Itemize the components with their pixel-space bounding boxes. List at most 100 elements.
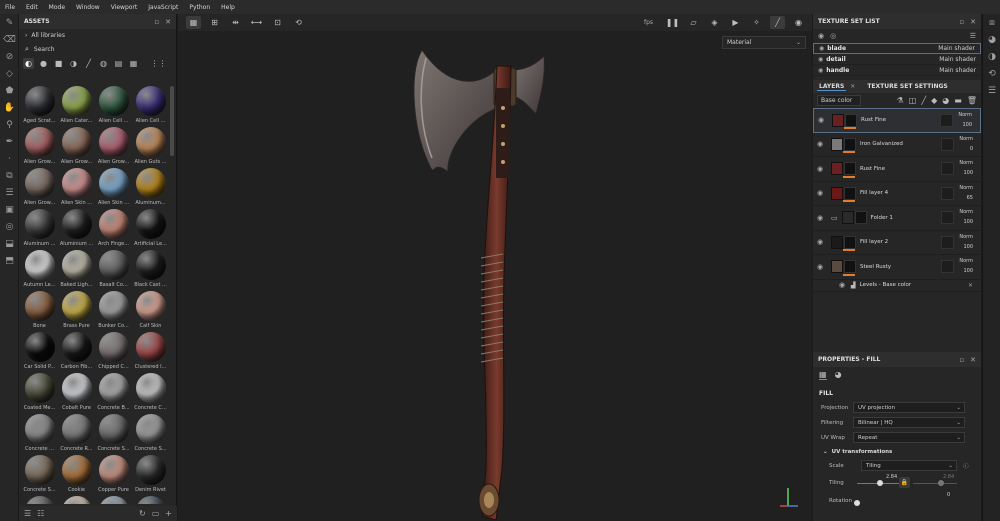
asset-tile[interactable] — [59, 496, 94, 504]
filtering-select[interactable]: Bilinear | HQ ⌄ — [853, 417, 965, 428]
asset-tile[interactable] — [22, 496, 57, 504]
asset-tile[interactable]: Black Cast ... — [133, 250, 168, 291]
blend-mode[interactable]: Norm — [959, 160, 973, 166]
material-mode-select[interactable]: Material ⌄ — [722, 36, 806, 49]
asset-tile[interactable]: Alien Cater... — [59, 86, 94, 127]
export-icon[interactable]: ⬒ — [0, 252, 19, 269]
align-icon[interactable]: ⟷ — [249, 16, 264, 29]
asset-tile[interactable]: Concrete S... — [96, 414, 131, 455]
bake-icon[interactable]: ⬓ — [0, 235, 19, 252]
grid-view-icon[interactable]: ⋮⋮ — [151, 58, 167, 69]
new-folder-icon[interactable]: ▭ — [152, 509, 160, 518]
layer-row[interactable]: ◉ Rust Fine Norm 100 — [813, 108, 981, 133]
asset-tile[interactable]: Denim Rivet — [133, 455, 168, 496]
asset-tile[interactable]: Aluminum... — [133, 168, 168, 209]
eye-icon[interactable]: ◉ — [817, 238, 827, 246]
opacity-value[interactable]: 100 — [962, 122, 972, 128]
eye-icon[interactable]: ◉ — [818, 56, 823, 63]
menu-file[interactable]: File — [5, 4, 15, 11]
layer-row[interactable]: ◉ Iron Galvanized Norm 0 — [813, 133, 981, 157]
opacity-value[interactable]: 100 — [963, 219, 973, 225]
camera-view-icon[interactable]: ▱ — [686, 16, 701, 29]
opacity-value[interactable]: 65 — [967, 195, 973, 201]
menu-javascript[interactable]: JavaScript — [148, 4, 178, 11]
blend-mode[interactable]: Norm — [959, 136, 973, 142]
texture-set-row[interactable]: ◉ handle Main shader — [813, 65, 981, 76]
effect-row[interactable]: ◉ ▟ Levels - Base color ✕ — [813, 280, 981, 292]
asset-tile[interactable]: Alien Grow... — [96, 127, 131, 168]
menu-mode[interactable]: Mode — [49, 4, 65, 11]
maximize-icon[interactable]: ▫ — [959, 356, 964, 364]
delete-icon[interactable]: 🗑 — [967, 96, 977, 105]
menu-icon[interactable]: ☰ — [970, 32, 976, 40]
asset-tile[interactable]: Alien Grow... — [22, 127, 57, 168]
asset-tile[interactable]: Concrete S... — [133, 414, 168, 455]
blend-mode[interactable]: Norm — [959, 209, 973, 215]
eye-icon[interactable]: ◉ — [817, 214, 827, 222]
filter-masks-icon[interactable]: ◑ — [68, 58, 79, 69]
eye-icon[interactable]: ◉ — [817, 263, 827, 271]
asset-tile[interactable] — [96, 496, 131, 504]
texture-set-row[interactable]: ◉ detail Main shader — [813, 54, 981, 65]
close-icon[interactable]: ✕ — [968, 282, 973, 289]
asset-tile[interactable]: Autumn Le... — [22, 250, 57, 291]
tiling-v-knob[interactable] — [938, 480, 944, 486]
clone-tool-icon[interactable]: ⚲ — [0, 116, 19, 133]
asset-tile[interactable]: Car Solid P... — [22, 332, 57, 373]
asset-tile[interactable]: Alien Skin ... — [59, 168, 94, 209]
visibility-icon[interactable]: ◉ — [818, 32, 824, 40]
geometry-mask-tool-icon[interactable]: ◇ — [0, 65, 19, 82]
opacity-value[interactable]: 100 — [963, 244, 973, 250]
add-paint-layer-icon[interactable]: ╱ — [921, 96, 926, 105]
add-layer-icon[interactable]: ◕ — [942, 96, 949, 105]
asset-tile[interactable]: Alien Grow... — [59, 127, 94, 168]
asset-tile[interactable]: Calf Skin — [133, 291, 168, 332]
filter-all-icon[interactable]: ◐ — [23, 57, 34, 69]
opacity-value[interactable]: 100 — [963, 268, 973, 274]
material-settings-icon[interactable]: ◕ — [835, 370, 842, 379]
filter-brushes-icon[interactable]: ╱ — [83, 58, 94, 69]
paint-brush-tool-icon[interactable]: ✎ — [0, 14, 19, 31]
menu-edit[interactable]: Edit — [26, 4, 38, 11]
layer-row[interactable]: ◉ Rust Fine Norm 100 — [813, 157, 981, 182]
assets-panel-icon[interactable]: ⧉ — [0, 167, 19, 184]
tab-texture-set-settings[interactable]: TEXTURE SET SETTINGS — [865, 83, 949, 90]
asset-tile[interactable]: Baked Ligh... — [59, 250, 94, 291]
render-mode-icon[interactable]: ◈ — [707, 16, 722, 29]
tiling-knob[interactable] — [877, 480, 883, 486]
screenshot-icon[interactable]: ◉ — [791, 16, 806, 29]
blend-mode[interactable]: Norm — [959, 185, 973, 191]
close-icon[interactable]: ✕ — [850, 83, 855, 90]
maximize-icon[interactable]: ▫ — [154, 18, 159, 26]
fill-settings-icon[interactable]: ▦ — [819, 370, 827, 380]
opacity-value[interactable]: 100 — [963, 170, 973, 176]
opacity-value[interactable]: 0 — [970, 146, 973, 152]
library-selector[interactable]: › All libraries — [19, 29, 176, 42]
blend-mode[interactable]: Norm — [959, 258, 973, 264]
asset-tile[interactable]: Cookie — [59, 455, 94, 496]
asset-tile[interactable]: Aged Scrat... — [22, 86, 57, 127]
asset-tile[interactable]: Alien Skin ... — [96, 168, 131, 209]
asset-tile[interactable]: Concrete ... — [22, 414, 57, 455]
add-folder-icon[interactable]: ▬ — [954, 96, 962, 105]
filter-list-icon[interactable]: ☰ — [24, 509, 31, 518]
asset-tile[interactable]: Artificial Le... — [133, 209, 168, 250]
brush-icon[interactable]: ╱ — [770, 16, 785, 29]
tiling-v-track[interactable] — [913, 483, 957, 484]
asset-tile[interactable]: Clustered I... — [133, 332, 168, 373]
asset-tile[interactable]: Aluminium ... — [59, 209, 94, 250]
hidden-icon[interactable]: ◎ — [830, 32, 836, 40]
add-icon[interactable]: + — [165, 509, 172, 518]
texture-set-list-icon[interactable]: ⧈ — [983, 14, 1000, 31]
symmetry-icon[interactable]: ⇹ — [228, 16, 243, 29]
maximize-icon[interactable]: ▫ — [959, 18, 964, 26]
color-picker-tool-icon[interactable]: ✒ — [0, 133, 19, 150]
eraser-tool-icon[interactable]: ⌫ — [0, 31, 19, 48]
layers-panel-icon[interactable]: ☰ — [0, 184, 19, 201]
eye-icon[interactable]: ◉ — [817, 189, 827, 197]
layer-row[interactable]: ◉ ▭ Folder 1 Norm 100 — [813, 206, 981, 231]
asset-tile[interactable] — [133, 496, 168, 504]
blend-mode[interactable]: Norm — [959, 234, 973, 240]
filter-smart-materials-icon[interactable]: ■ — [53, 58, 64, 69]
eye-icon[interactable]: ◉ — [819, 45, 824, 52]
